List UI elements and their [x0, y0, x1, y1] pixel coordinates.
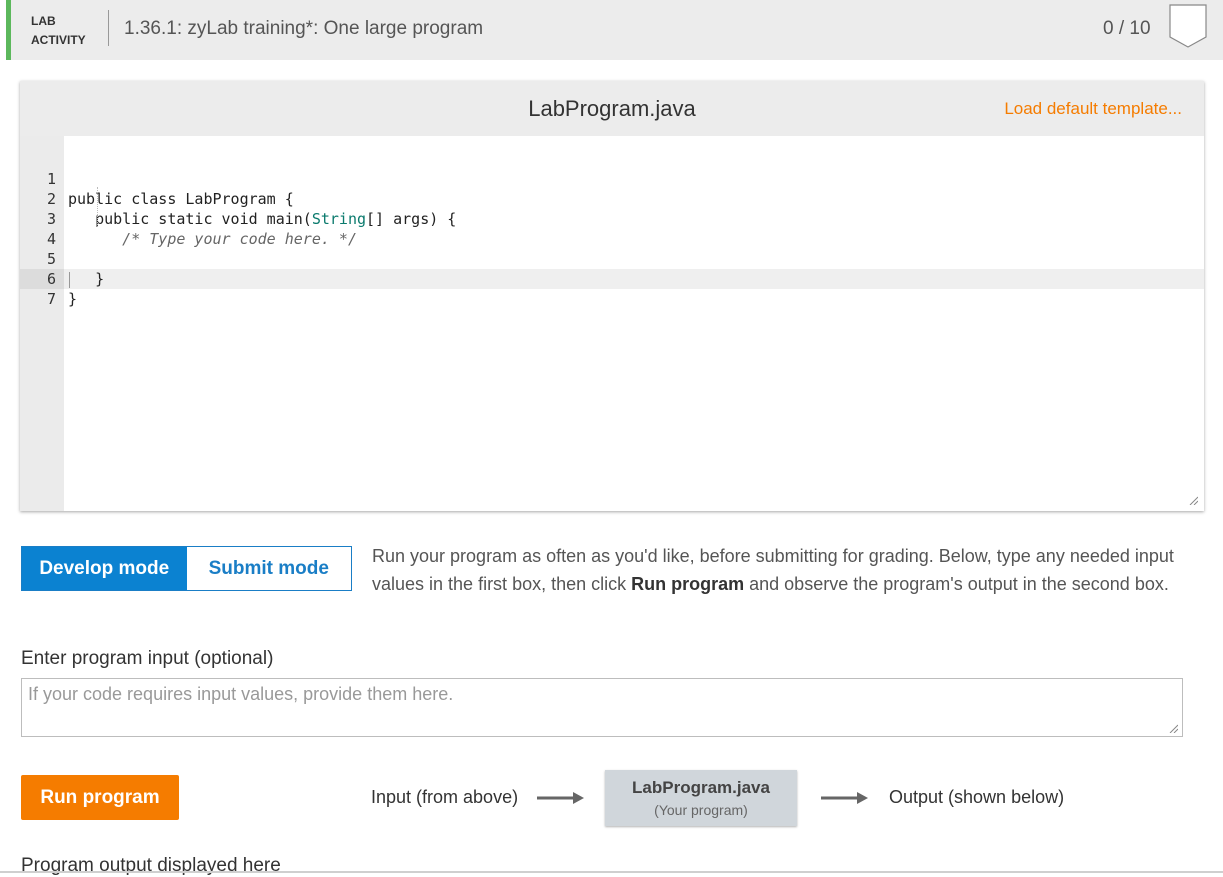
program-box: LabProgram.java (Your program)	[605, 770, 797, 826]
lab-activity-label: LAB ACTIVITY	[31, 12, 86, 50]
program-input-label: Enter program input (optional)	[21, 648, 274, 669]
activity-title: 1.36.1: zyLab training*: One large progr…	[124, 18, 484, 39]
code-line[interactable]: 1 public class LabProgram {	[20, 149, 294, 208]
program-box-subtitle: (Your program)	[654, 802, 748, 818]
header-divider	[108, 10, 109, 46]
mode-description: Run your program as often as you'd like,…	[372, 542, 1202, 598]
indent-guide	[97, 187, 99, 227]
mode-toggle: Develop mode Submit mode	[21, 546, 352, 591]
code-line-text: /* Type your code here. */	[68, 230, 357, 248]
score-badge-icon	[1169, 4, 1207, 48]
editor-resize-grip-icon[interactable]	[1189, 496, 1198, 505]
flow-input-label: Input (from above)	[371, 787, 519, 807]
score-text: 0 / 10	[1103, 18, 1151, 39]
lab-label-line2: ACTIVITY	[31, 33, 86, 47]
code-line[interactable]: 5 }	[20, 229, 104, 288]
lab-activity-header: LAB ACTIVITY 1.36.1: zyLab training*: On…	[6, 0, 1223, 60]
run-program-button[interactable]: Run program	[21, 775, 179, 820]
editor-header: LabProgram.java Load default template...	[20, 81, 1204, 136]
program-output-label: Program output displayed here	[21, 855, 281, 876]
mode-description-part2: and observe the program's output in the …	[744, 574, 1169, 594]
mode-description-bold: Run program	[631, 574, 745, 594]
code-line-text: public static void main(String[] args) {	[68, 210, 457, 228]
line-number: 7	[46, 290, 56, 308]
arrow-right-icon	[537, 792, 584, 804]
submit-mode-button[interactable]: Submit mode	[186, 547, 351, 590]
program-input-field[interactable]	[21, 678, 1183, 737]
code-line[interactable]: 3 /* Type your code here. */	[20, 189, 357, 248]
text-cursor	[69, 272, 70, 288]
arrow-right-icon	[821, 792, 868, 804]
code-line[interactable]: 7	[20, 269, 74, 308]
program-box-name: LabProgram.java	[632, 778, 770, 797]
lab-label-line1: LAB	[31, 14, 56, 28]
code-line[interactable]: 2 public static void main(String[] args)…	[20, 169, 456, 228]
develop-mode-button[interactable]: Develop mode	[22, 547, 187, 590]
code-line[interactable]: 4	[20, 209, 74, 248]
active-line-highlight	[64, 269, 1204, 289]
input-resize-grip-icon[interactable]	[1169, 724, 1178, 733]
code-line[interactable]: 6 }	[20, 249, 77, 308]
load-default-template-link[interactable]: Load default template...	[1004, 99, 1182, 119]
flow-output-label: Output (shown below)	[889, 787, 1065, 807]
code-editor-panel: LabProgram.java Load default template...…	[20, 81, 1204, 511]
code-line-text: public class LabProgram {	[68, 190, 294, 208]
